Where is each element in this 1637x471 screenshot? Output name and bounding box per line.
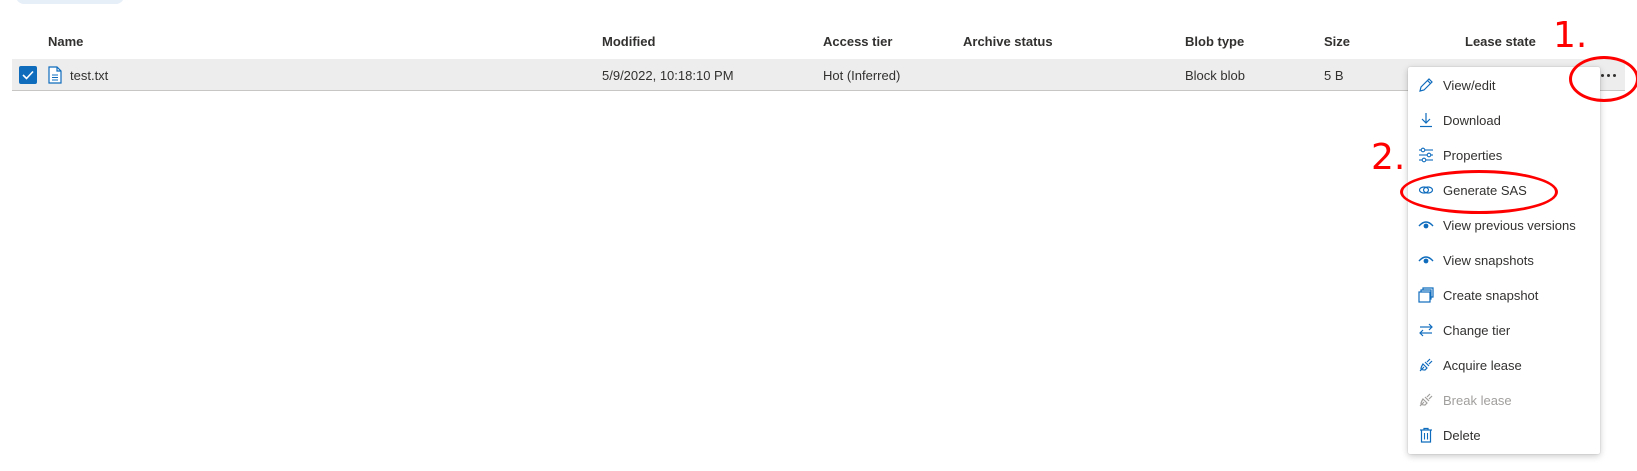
column-header-lease-state[interactable]: Lease state bbox=[1465, 34, 1536, 49]
column-header-archive-status[interactable]: Archive status bbox=[963, 34, 1053, 49]
annotation-step-1: 1. bbox=[1553, 15, 1588, 56]
pencil-icon bbox=[1417, 76, 1435, 94]
menu-item-view-snapshots[interactable]: View snapshots bbox=[1408, 243, 1600, 277]
menu-item-download[interactable]: Download bbox=[1408, 103, 1600, 137]
blob-list-page: Name Modified Access tier Archive status… bbox=[0, 0, 1637, 471]
column-header-blob-type[interactable]: Blob type bbox=[1185, 34, 1244, 49]
blob-name-link[interactable]: test.txt bbox=[70, 68, 108, 83]
menu-item-label: View snapshots bbox=[1443, 252, 1534, 268]
menu-item-label: Create snapshot bbox=[1443, 287, 1539, 303]
menu-item-delete[interactable]: Delete bbox=[1408, 418, 1600, 452]
annotation-circle-generate-sas bbox=[1400, 170, 1558, 214]
context-menu: View/edit Download Properties Generate S… bbox=[1408, 67, 1600, 454]
modified-value: 5/9/2022, 10:18:10 PM bbox=[602, 68, 734, 83]
access-tier-value: Hot (Inferred) bbox=[823, 68, 901, 83]
column-header-access-tier[interactable]: Access tier bbox=[823, 34, 892, 49]
download-icon bbox=[1417, 111, 1435, 129]
properties-icon bbox=[1417, 146, 1435, 164]
menu-item-label: Delete bbox=[1443, 427, 1481, 443]
swap-arrows-icon bbox=[1417, 321, 1435, 339]
menu-item-label: Properties bbox=[1443, 147, 1503, 163]
menu-item-acquire-lease[interactable]: Acquire lease bbox=[1408, 348, 1600, 382]
annotation-step-2: 2. bbox=[1371, 137, 1406, 178]
snapshot-icon bbox=[1417, 286, 1435, 304]
blob-type-value: Block blob bbox=[1185, 68, 1245, 83]
plug-icon bbox=[1417, 356, 1435, 374]
menu-item-label: View/edit bbox=[1443, 77, 1496, 93]
menu-item-label: Change tier bbox=[1443, 322, 1511, 338]
annotation-circle-more-button bbox=[1569, 56, 1637, 102]
text-file-icon bbox=[48, 66, 62, 84]
menu-item-label: Break lease bbox=[1443, 392, 1512, 408]
trash-icon bbox=[1417, 426, 1435, 444]
menu-item-change-tier[interactable]: Change tier bbox=[1408, 313, 1600, 347]
checkmark-icon bbox=[22, 70, 34, 80]
menu-item-label: Download bbox=[1443, 112, 1501, 128]
menu-item-label: View previous versions bbox=[1443, 217, 1576, 233]
column-header-name[interactable]: Name bbox=[48, 34, 83, 49]
table-row[interactable]: test.txt 5/9/2022, 10:18:10 PM Hot (Infe… bbox=[12, 59, 1625, 91]
menu-item-properties[interactable]: Properties bbox=[1408, 138, 1600, 172]
menu-item-create-snapshot[interactable]: Create snapshot bbox=[1408, 278, 1600, 312]
row-checkbox[interactable] bbox=[19, 66, 37, 84]
menu-item-label: Acquire lease bbox=[1443, 357, 1522, 373]
top-toolbar-button[interactable] bbox=[16, 0, 124, 4]
menu-item-view-previous-versions[interactable]: View previous versions bbox=[1408, 208, 1600, 242]
column-header-modified[interactable]: Modified bbox=[602, 34, 655, 49]
size-value: 5 B bbox=[1324, 68, 1344, 83]
eye-icon bbox=[1417, 216, 1435, 234]
eye-icon bbox=[1417, 251, 1435, 269]
column-header-size[interactable]: Size bbox=[1324, 34, 1350, 49]
menu-item-break-lease: Break lease bbox=[1408, 383, 1600, 417]
plug-icon bbox=[1417, 391, 1435, 409]
